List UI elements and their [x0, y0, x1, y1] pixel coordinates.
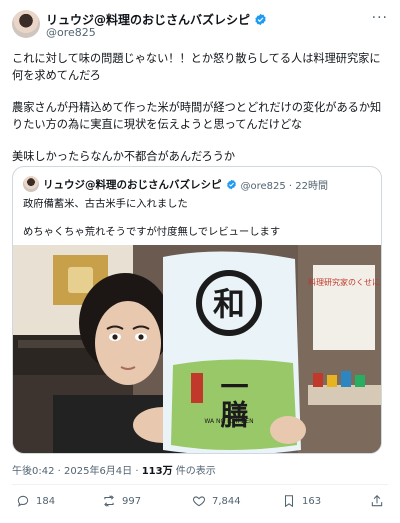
quoted-handle-time: @ore825 · 22時間: [240, 180, 329, 192]
quoted-avatar: [23, 176, 39, 192]
like-count: 7,844: [212, 495, 241, 507]
heart-icon: [192, 496, 206, 507]
quoted-post[interactable]: リュウジ@料理のおじさんバズレシピ @ore825 · 22時間 政府備蓄米、古…: [12, 166, 382, 454]
poster-text: 料理研究家のくせに: [308, 277, 380, 287]
post-body: これに対して味の問題じゃない！！とか怒り散らしてる人は料理研究家に何を求めてんだ…: [12, 50, 388, 180]
avatar[interactable]: [12, 10, 40, 38]
bookmark-button[interactable]: 163: [282, 494, 321, 508]
repost-button[interactable]: 997: [102, 494, 141, 508]
share-icon: [371, 495, 383, 507]
quoted-line: めちゃくちゃ荒れそうですが忖度無しでレビューします: [23, 226, 281, 238]
bookmark-icon: [284, 495, 294, 508]
bag-brand: 和: [213, 285, 245, 323]
quoted-media-image[interactable]: 料理研究家のくせに 和 一膳 WA NO ICHI ZEN: [13, 245, 381, 453]
repost-icon: [104, 495, 114, 507]
more-icon[interactable]: ···: [372, 10, 388, 26]
quoted-author-row: リュウジ@料理のおじさんバズレシピ @ore825 · 22時間: [23, 176, 328, 192]
post-header: リュウジ@料理のおじさんバズレシピ @ore825 ···: [12, 10, 388, 40]
repost-count: 997: [122, 495, 142, 507]
verified-badge-icon: [226, 179, 236, 189]
reply-count: 184: [36, 495, 56, 507]
handle[interactable]: @ore825: [46, 26, 96, 39]
post-paragraph: 美味しかったらなんか不都合があんだろうか: [12, 150, 236, 163]
post-paragraph: 農家さんが丹精込めて作った米が時間が経つとどれだけの変化があるか知りたい方の為に…: [12, 101, 382, 131]
bag-romaji: WA NO ICHI ZEN: [204, 418, 253, 425]
divider: [12, 484, 388, 485]
post-paragraph: これに対して味の問題じゃない！！とか怒り散らしてる人は料理研究家に何を求めてんだ…: [12, 52, 381, 82]
reply-icon: [17, 495, 29, 507]
timestamp-text[interactable]: 午後0:42 · 2025年6月4日 ·: [12, 466, 142, 477]
quoted-display-name: リュウジ@料理のおじさんバズレシピ: [43, 178, 222, 191]
reply-button[interactable]: 184: [16, 494, 55, 508]
verified-badge-icon: [255, 13, 266, 26]
views-count: 113万: [141, 466, 173, 477]
bookmark-count: 163: [302, 495, 322, 507]
views-label: 件の表示: [172, 466, 216, 477]
quoted-line: 政府備蓄米、古古米手に入れました: [23, 198, 188, 210]
like-button[interactable]: 7,844: [192, 494, 241, 508]
post-timestamp: 午後0:42 · 2025年6月4日 · 113万 件の表示: [12, 462, 216, 477]
share-button[interactable]: [370, 494, 384, 508]
action-bar: 184 997 7,844 163: [12, 494, 388, 514]
kitchen-photo: 料理研究家のくせに 和 一膳 WA NO ICHI ZEN: [13, 245, 381, 453]
